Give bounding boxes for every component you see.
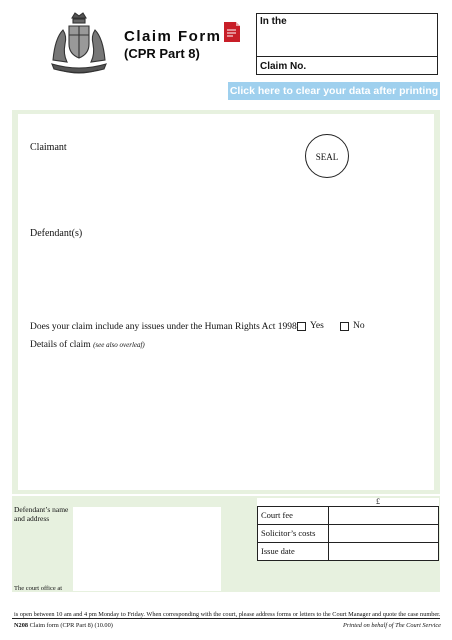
details-of-claim-label: Details of claim (see also overleaf): [30, 340, 145, 350]
seal-stamp: SEAL: [305, 134, 349, 178]
defendant-address-label: Defendant’s name and address: [14, 505, 69, 523]
fee-row-divider: [328, 507, 329, 524]
fee-row-label: Court fee: [261, 510, 293, 520]
fee-row-divider: [328, 525, 329, 542]
claim-no-label: Claim No.: [260, 61, 307, 72]
fee-row-label: Solicitor’s costs: [261, 528, 316, 538]
pdf-document-icon[interactable]: [224, 22, 240, 42]
yes-label: Yes: [310, 321, 324, 331]
claim-details-field[interactable]: [18, 114, 434, 490]
fee-row-court-fee[interactable]: Court fee: [257, 506, 439, 525]
form-reference: N208 Claim form (CPR Part 8) (10.00): [14, 622, 113, 629]
court-box-divider: [256, 56, 438, 57]
details-note: (see also overleaf): [93, 341, 145, 349]
claimant-label: Claimant: [30, 142, 67, 153]
footer-rule: [12, 618, 440, 619]
royal-coat-of-arms-icon: [51, 12, 107, 74]
human-rights-question: Does your claim include any issues under…: [30, 322, 301, 332]
currency-symbol: £: [376, 497, 380, 506]
no-checkbox[interactable]: [340, 322, 349, 331]
fee-row-divider: [328, 543, 329, 560]
page-title: Claim Form: [124, 28, 222, 45]
form-code: N208: [14, 622, 28, 629]
clear-data-button[interactable]: Click here to clear your data after prin…: [228, 82, 440, 100]
details-label-text: Details of claim: [30, 340, 91, 350]
fee-row-solicitors-costs[interactable]: Solicitor’s costs: [257, 524, 439, 543]
in-the-label: In the: [260, 16, 287, 27]
page-subtitle: (CPR Part 8): [124, 46, 200, 61]
form-name: Claim form (CPR Part 8) (10.00): [29, 622, 113, 629]
no-label: No: [353, 321, 365, 331]
opening-hours-text: is open between 10 am and 4 pm Monday to…: [14, 611, 441, 618]
printed-by-text: Printed on behalf of The Court Service: [343, 622, 441, 629]
defendant-address-field[interactable]: [73, 507, 221, 591]
fee-row-issue-date[interactable]: Issue date: [257, 542, 439, 561]
fee-row-label: Issue date: [261, 546, 295, 556]
yes-checkbox[interactable]: [297, 322, 306, 331]
court-office-label: The court office at: [14, 585, 63, 592]
defendants-label: Defendant(s): [30, 228, 83, 239]
